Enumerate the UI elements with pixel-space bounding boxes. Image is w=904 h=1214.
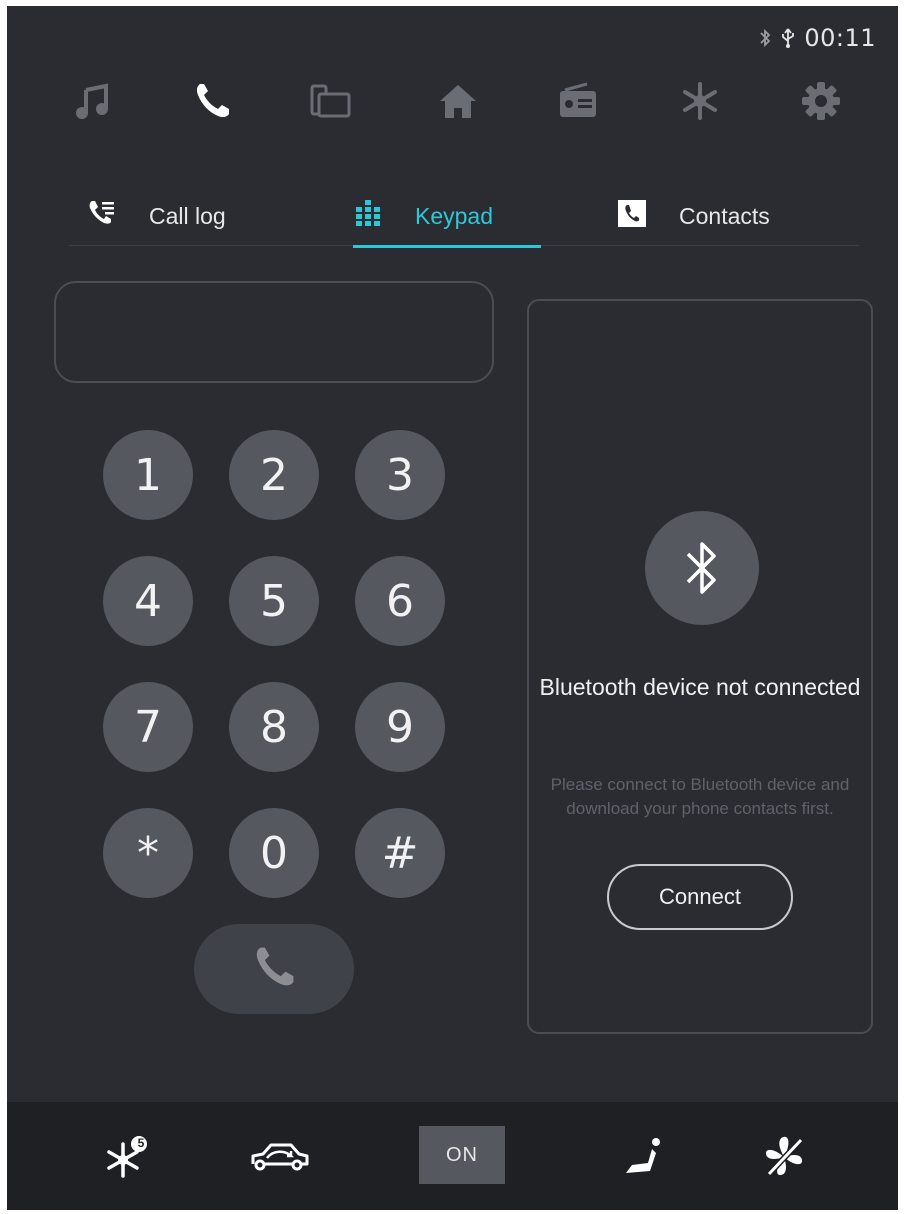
bluetooth-status-title: Bluetooth device not connected [539,674,861,700]
bluetooth-status-panel: Bluetooth device not connected Please co… [527,299,873,1034]
tab-call-log-label: Call log [149,202,226,229]
power-on-button[interactable]: ON [419,1126,505,1184]
call-button[interactable] [194,924,354,1014]
snowflake-icon[interactable] [673,74,727,128]
key-0[interactable]: 0 [229,808,319,898]
seat-icon[interactable] [619,1130,669,1184]
key-7[interactable]: 7 [103,682,193,772]
phone-icon[interactable] [185,74,239,128]
status-time: 00:11 [804,24,876,52]
key-6[interactable]: 6 [355,556,445,646]
key-8[interactable]: 8 [229,682,319,772]
fan-off-icon[interactable] [759,1130,809,1184]
tab-call-log[interactable]: Call log [87,186,226,246]
car-recirculation-icon[interactable] [247,1130,313,1184]
contacts-icon [617,198,647,234]
key-hash[interactable]: # [355,808,445,898]
tab-contacts-label: Contacts [679,202,770,229]
key-star[interactable]: * [103,808,193,898]
key-3[interactable]: 3 [355,430,445,520]
tab-contacts[interactable]: Contacts [617,186,770,246]
key-1[interactable]: 1 [103,430,193,520]
climate-bar: 5 ON [7,1102,898,1210]
phone-tabs: Call log Keypad Contacts [69,186,859,248]
music-note-icon[interactable] [66,74,120,128]
active-tab-indicator [353,245,541,248]
ac-snowflake-icon[interactable]: 5 [103,1130,153,1184]
tab-keypad-label: Keypad [415,202,494,229]
status-bar: 00:11 [758,24,876,52]
tab-keypad[interactable]: Keypad [353,186,541,248]
screen-mirror-icon[interactable] [304,74,358,128]
bluetooth-icon [758,28,772,48]
connect-button[interactable]: Connect [607,864,793,930]
key-4[interactable]: 4 [103,556,193,646]
phone-icon [250,943,298,996]
bluetooth-status-description: Please connect to Bluetooth device and d… [550,775,850,818]
bluetooth-icon [645,511,759,625]
top-nav [7,66,898,136]
gear-icon[interactable] [794,74,848,128]
call-log-icon [87,199,117,233]
key-9[interactable]: 9 [355,682,445,772]
key-5[interactable]: 5 [229,556,319,646]
app-screen: 00:11 Call log Keypad Contacts 1 2 3 4 5… [7,6,898,1210]
radio-icon[interactable] [551,74,605,128]
number-display-field[interactable] [54,281,494,383]
home-icon[interactable] [431,74,485,128]
usb-icon [780,27,796,49]
keypad-icon [353,199,383,233]
ac-level-badge: 5 [137,1136,145,1150]
key-2[interactable]: 2 [229,430,319,520]
